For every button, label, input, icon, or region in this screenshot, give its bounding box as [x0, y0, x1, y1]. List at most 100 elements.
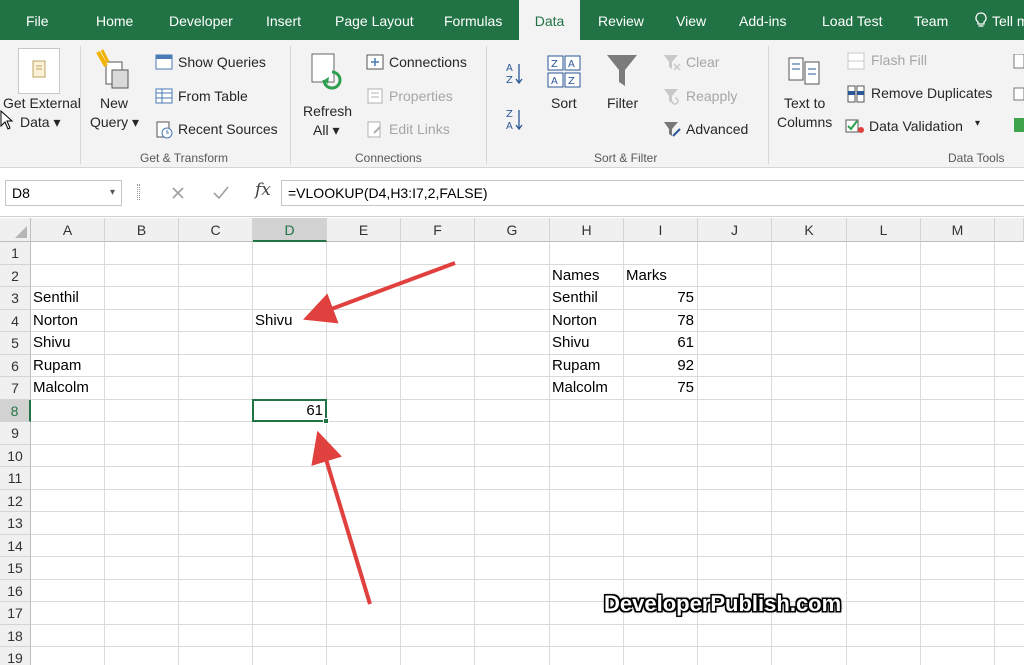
properties-button[interactable]: Properties: [389, 88, 453, 104]
column-header-a[interactable]: A: [31, 218, 105, 242]
row-header-15[interactable]: 15: [0, 557, 31, 580]
formula-bar-grip[interactable]: [137, 184, 140, 200]
tab-insert[interactable]: Insert: [266, 0, 301, 40]
from-table-button[interactable]: From Table: [178, 88, 248, 104]
cell-d4[interactable]: Shivu: [255, 310, 323, 332]
column-header-partial[interactable]: [995, 218, 1024, 242]
cancel-icon[interactable]: [170, 185, 186, 201]
sort-button[interactable]: Sort: [551, 95, 577, 111]
new-query-button[interactable]: New: [100, 95, 128, 111]
cell-a4[interactable]: Norton: [33, 310, 101, 332]
connections-button[interactable]: Connections: [389, 54, 467, 70]
formula-input[interactable]: =VLOOKUP(D4,H3:I7,2,FALSE): [281, 180, 1024, 206]
refresh-all-dropdown[interactable]: All ▾: [313, 122, 339, 139]
row-header-6[interactable]: 6: [0, 354, 31, 377]
cell-h7[interactable]: Malcolm: [552, 377, 620, 399]
row-header-1[interactable]: 1: [0, 242, 31, 265]
new-query-dropdown[interactable]: Query ▾: [90, 114, 139, 131]
remove-duplicates-button[interactable]: Remove Duplicates: [871, 85, 992, 101]
tab-file[interactable]: File: [26, 0, 49, 40]
new-query-icon[interactable]: [92, 48, 134, 92]
row-header-18[interactable]: 18: [0, 624, 31, 647]
show-queries-button[interactable]: Show Queries: [178, 54, 266, 70]
select-all-corner[interactable]: [0, 218, 31, 242]
row-header-12[interactable]: 12: [0, 489, 31, 512]
tab-review[interactable]: Review: [598, 0, 644, 40]
row-header-16[interactable]: 16: [0, 579, 31, 602]
row-header-4[interactable]: 4: [0, 309, 31, 332]
row-header-5[interactable]: 5: [0, 332, 31, 355]
text-to-columns-label-2[interactable]: Columns: [777, 114, 832, 130]
column-header-k[interactable]: K: [772, 218, 847, 242]
column-header-m[interactable]: M: [921, 218, 995, 242]
reapply-button[interactable]: Reapply: [686, 88, 737, 104]
cell-a3[interactable]: Senthil: [33, 287, 101, 309]
row-header-3[interactable]: 3: [0, 287, 31, 310]
sort-a-to-z-icon[interactable]: AZ: [504, 60, 524, 88]
advanced-button[interactable]: Advanced: [686, 121, 748, 137]
get-external-data-button[interactable]: Get External: [3, 95, 81, 111]
column-header-i[interactable]: I: [624, 218, 698, 242]
clear-button[interactable]: Clear: [686, 54, 719, 70]
cell-i4[interactable]: 78: [626, 310, 694, 332]
name-box[interactable]: D8 ▾: [5, 180, 122, 206]
name-box-dropdown-icon[interactable]: ▾: [110, 181, 115, 205]
enter-icon[interactable]: [212, 185, 230, 201]
tab-data[interactable]: Data: [519, 0, 580, 40]
column-header-b[interactable]: B: [105, 218, 179, 242]
column-header-d[interactable]: D: [253, 218, 327, 242]
get-external-data-icon[interactable]: [18, 48, 60, 94]
cell-h4[interactable]: Norton: [552, 310, 620, 332]
column-header-j[interactable]: J: [698, 218, 772, 242]
row-header-11[interactable]: 11: [0, 467, 31, 490]
cell-a7[interactable]: Malcolm: [33, 377, 101, 399]
sort-icon[interactable]: Z AA Z: [546, 54, 582, 90]
tab-home[interactable]: Home: [96, 0, 133, 40]
row-header-10[interactable]: 10: [0, 444, 31, 467]
cell-h5[interactable]: Shivu: [552, 332, 620, 354]
flash-fill-button[interactable]: Flash Fill: [871, 52, 927, 68]
row-header-17[interactable]: 17: [0, 602, 31, 625]
row-header-19[interactable]: 19: [0, 647, 31, 665]
column-header-c[interactable]: C: [179, 218, 253, 242]
tab-add-ins[interactable]: Add-ins: [739, 0, 786, 40]
tab-load-test[interactable]: Load Test: [822, 0, 882, 40]
cell-i6[interactable]: 92: [626, 355, 694, 377]
tell-me[interactable]: Tell m: [974, 0, 1024, 40]
data-validation-dropdown-icon[interactable]: ▾: [975, 118, 980, 129]
column-header-g[interactable]: G: [475, 218, 550, 242]
tab-formulas[interactable]: Formulas: [444, 0, 502, 40]
filter-button[interactable]: Filter: [607, 95, 638, 111]
cell-i5[interactable]: 61: [626, 332, 694, 354]
insert-function-icon[interactable]: fx: [255, 180, 271, 200]
cell-h3[interactable]: Senthil: [552, 287, 620, 309]
row-header-13[interactable]: 13: [0, 512, 31, 535]
data-validation-button[interactable]: Data Validation: [869, 118, 963, 134]
get-external-data-dropdown[interactable]: Data ▾: [20, 114, 61, 131]
row-header-14[interactable]: 14: [0, 534, 31, 557]
tab-page-layout[interactable]: Page Layout: [335, 0, 414, 40]
cell-h6[interactable]: Rupam: [552, 355, 620, 377]
row-header-2[interactable]: 2: [0, 264, 31, 287]
text-to-columns-button[interactable]: Text to: [784, 95, 825, 111]
sort-z-to-a-icon[interactable]: ZA: [504, 106, 524, 134]
refresh-all-button[interactable]: Refresh: [303, 103, 352, 119]
row-header-7[interactable]: 7: [0, 377, 31, 400]
cell-i3[interactable]: 75: [626, 287, 694, 309]
column-header-l[interactable]: L: [847, 218, 921, 242]
column-header-e[interactable]: E: [327, 218, 401, 242]
cell-a6[interactable]: Rupam: [33, 355, 101, 377]
refresh-all-icon[interactable]: [306, 50, 346, 92]
tab-view[interactable]: View: [676, 0, 706, 40]
text-to-columns-icon[interactable]: [785, 52, 823, 90]
cell-i2[interactable]: Marks: [626, 265, 694, 287]
row-header-9[interactable]: 9: [0, 422, 31, 445]
row-header-8[interactable]: 8: [0, 399, 31, 422]
cell-a5[interactable]: Shivu: [33, 332, 101, 354]
tab-developer[interactable]: Developer: [169, 0, 233, 40]
cell-i7[interactable]: 75: [626, 377, 694, 399]
fill-handle[interactable]: [323, 418, 329, 424]
worksheet-grid[interactable]: ABCDEFGHIJKLM 1 2 3 4 5 6 7 8 9 10 11 12 13 14 15 16 17 1…: [0, 218, 1024, 665]
recent-sources-button[interactable]: Recent Sources: [178, 121, 278, 137]
tab-team[interactable]: Team: [914, 0, 948, 40]
